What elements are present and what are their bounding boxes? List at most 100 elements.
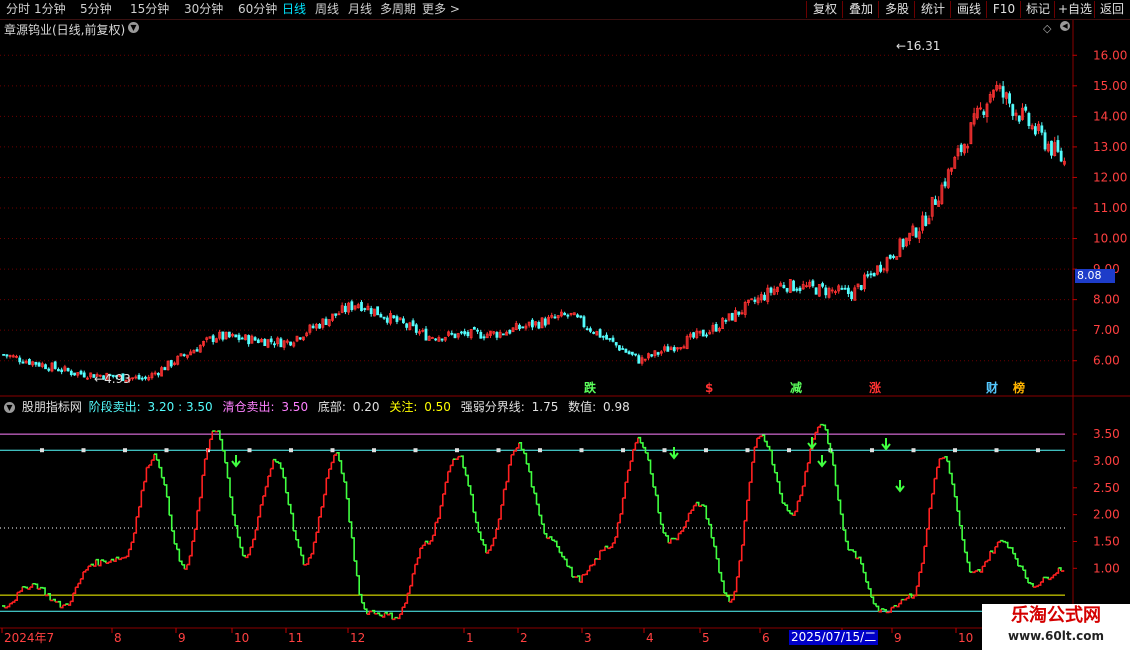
indicator-step	[318, 506, 323, 518]
indicator-step	[716, 558, 720, 573]
indicator-step	[944, 455, 948, 462]
settings-icon[interactable]: ◀	[1060, 21, 1070, 31]
candle-body	[382, 316, 386, 319]
candle-body	[601, 335, 605, 338]
candle-body	[508, 329, 512, 334]
indicator-step	[409, 573, 414, 587]
candle-body	[701, 329, 705, 337]
price-axis-label: 12.00	[1093, 170, 1127, 184]
candle-body	[530, 319, 534, 328]
indicator-step	[212, 430, 216, 432]
indicator-step	[706, 518, 710, 525]
indicator-step	[227, 477, 231, 498]
indicator-step	[569, 566, 573, 577]
indicator-step	[957, 510, 961, 526]
indicator-step	[219, 438, 224, 451]
indicator-step	[891, 605, 895, 609]
indicator-step	[34, 583, 39, 590]
indicator-step	[247, 547, 252, 556]
indicator-step	[285, 491, 290, 505]
indicator-step	[812, 432, 817, 440]
indicator-step	[924, 528, 928, 547]
indicator-step	[283, 476, 287, 493]
candle-body	[343, 305, 347, 313]
indicator-step	[987, 551, 991, 561]
indicator-step	[794, 501, 799, 513]
event-marker-list[interactable]: 榜	[1013, 382, 1025, 395]
indicator-step	[516, 442, 520, 449]
axes: 16.0015.0014.0013.0012.0011.0010.009.008…	[0, 20, 1130, 650]
candle-body	[273, 343, 276, 346]
candle-body	[256, 339, 260, 343]
time-axis-label: 9	[178, 631, 186, 645]
candle-body	[47, 368, 51, 371]
indicator-step	[463, 466, 467, 476]
indicator-step	[344, 481, 348, 499]
indicator-step	[346, 497, 350, 523]
kline-chart[interactable]: 16.0015.0014.0013.0012.0011.0010.009.008…	[0, 0, 1130, 650]
indicator-step	[774, 471, 779, 482]
candle-body	[311, 325, 315, 329]
candle-body	[598, 329, 602, 338]
candle-body	[814, 287, 818, 295]
time-axis-label: 12	[350, 631, 365, 645]
candle-body	[1017, 115, 1021, 122]
indicator-step	[678, 531, 682, 535]
indicator-step	[174, 543, 178, 550]
indicator-step	[146, 464, 150, 469]
candle-body	[840, 287, 844, 290]
indicator-step	[445, 471, 449, 483]
event-marker-fall[interactable]: 跌	[584, 382, 596, 395]
candle-body	[289, 341, 292, 346]
candle-body	[982, 111, 986, 115]
indicator-axis-label: 2.00	[1093, 508, 1120, 522]
candle-body	[69, 370, 73, 376]
event-marker-finance[interactable]: 财	[986, 382, 998, 395]
candle-body	[53, 361, 57, 369]
candle-body	[376, 306, 380, 316]
indicator-step	[805, 462, 809, 473]
time-axis-label: 10	[234, 631, 249, 645]
indicator-step	[526, 463, 530, 472]
indicator-step	[625, 470, 629, 483]
candle-body	[1024, 106, 1028, 111]
candle-body	[385, 317, 389, 323]
event-marker-dollar[interactable]: $	[705, 382, 713, 395]
indicator-step	[564, 558, 568, 567]
indicator-step	[131, 532, 135, 543]
time-axis-label: 10	[958, 631, 973, 645]
chevron-down-icon[interactable]: ▼	[128, 22, 139, 33]
indicator-step	[67, 601, 72, 606]
time-axis-label: 2	[520, 631, 528, 645]
candle-body	[769, 287, 773, 293]
indicator-step	[787, 510, 791, 514]
diamond-icon[interactable]: ◇	[1043, 22, 1051, 35]
indicator-step	[566, 565, 571, 568]
candle-body	[279, 338, 283, 348]
price-axis-label: 8.00	[1093, 293, 1120, 307]
indicator-step	[784, 504, 789, 511]
indicator-step	[802, 471, 806, 487]
stage-sell-dot	[579, 448, 584, 453]
indicator-step	[982, 561, 986, 568]
price-axis-label: 14.00	[1093, 109, 1127, 123]
candle-body	[892, 255, 895, 258]
indicator-step	[202, 458, 206, 477]
event-marker-reduce[interactable]: 减	[790, 382, 802, 395]
candle-body	[369, 308, 373, 315]
candle-body	[1040, 125, 1044, 133]
price-axis-label: 10.00	[1093, 232, 1127, 246]
candle-body	[37, 362, 41, 367]
indicator-step	[713, 545, 718, 559]
chevron-down-icon[interactable]: ▼	[4, 402, 15, 413]
indicator-step	[207, 439, 211, 450]
current-price-tag: 8.08	[1075, 269, 1115, 283]
indicator-step	[807, 448, 811, 464]
candle-body	[537, 321, 541, 329]
event-marker-rise[interactable]: 涨	[869, 382, 881, 395]
candle-body	[869, 273, 873, 276]
indicator-step	[589, 564, 594, 567]
param-bottom: 底部: 0.20	[317, 400, 380, 414]
candle-body	[247, 335, 251, 345]
candle-body	[821, 283, 824, 287]
